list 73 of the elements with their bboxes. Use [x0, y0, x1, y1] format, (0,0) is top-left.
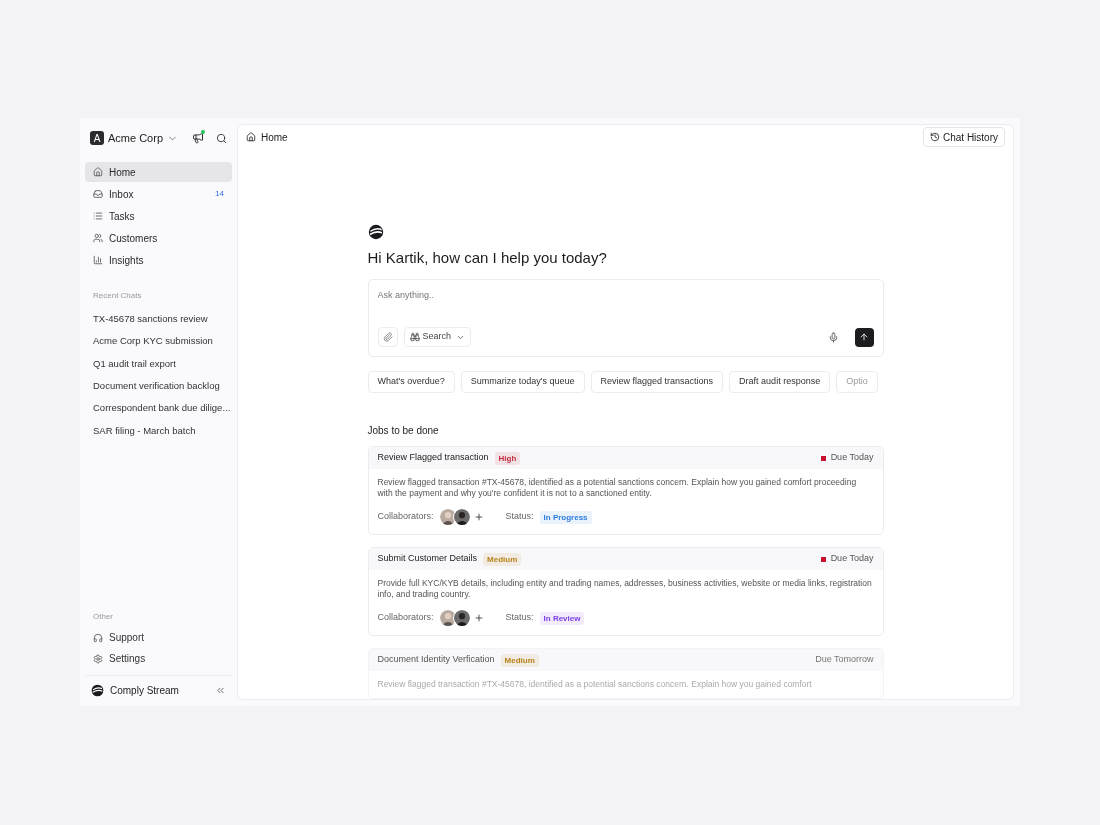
plus-icon[interactable] [473, 613, 484, 623]
nav-item[interactable]: Support [85, 627, 232, 648]
settings-icon [93, 653, 103, 664]
avatar-icon [438, 508, 457, 526]
job-description: Review flagged transaction #TX-45678, identified as a potential sanctions concern. Explain how you gained comfort proceeding with the payment and why you're confident it is not to a sanctioned entity. [377, 477, 858, 499]
avatar-icon [438, 609, 457, 627]
history-icon [930, 132, 940, 143]
nav-item[interactable]: Home [85, 162, 232, 182]
job-title: Submit Customer Details [377, 552, 478, 566]
due-date: Due Today [830, 451, 874, 465]
suggestion-chip[interactable]: What's overdue? [367, 371, 455, 393]
job-title: Review Flagged transaction [377, 451, 489, 465]
nav-item[interactable]: Settings [85, 648, 232, 669]
people-icon [93, 233, 103, 243]
recent-chat-item[interactable]: Correspondent bank due dilige... [85, 397, 232, 420]
greeting: Hi Kartik, how can I help you today? [367, 247, 608, 268]
inbox-icon [93, 189, 103, 199]
arrow-up-icon [859, 332, 869, 342]
due-date: Due Tomorrow [815, 653, 874, 667]
headset-icon [93, 632, 103, 643]
recent-chat-item[interactable]: TX-45678 sanctions review [85, 308, 232, 331]
status-label: Status: [505, 510, 534, 524]
unread-count: 14 [215, 188, 224, 200]
status-label: Status: [505, 611, 534, 625]
due-date: Due Today [830, 552, 874, 566]
recent-chat-item[interactable]: Q1 audit trail export [85, 352, 232, 375]
section-label: Recent Chats [92, 290, 143, 302]
brand-name: Comply Stream [110, 684, 179, 698]
collaborators-label: Collaborators: [377, 611, 434, 625]
home-icon [246, 132, 256, 143]
workspace-avatar: A [90, 131, 104, 145]
suggestion-chip[interactable]: Summarize today's queue [460, 371, 585, 393]
chart-icon [93, 255, 103, 265]
logo-icon [367, 223, 384, 240]
search-icon[interactable] [216, 132, 227, 144]
suggestion-chip[interactable]: Draft audit response [729, 371, 831, 393]
workspace-switcher[interactable]: Acme Corp [108, 129, 179, 147]
priority-tag: High [494, 451, 521, 465]
nav-item[interactable]: Insights [85, 250, 232, 270]
logo-icon [91, 684, 104, 697]
list-icon [93, 211, 103, 221]
recent-chat-item[interactable]: Document verification backlog [85, 374, 232, 398]
collaborators-label: Collaborators: [377, 510, 434, 524]
collapse-sidebar-icon[interactable] [215, 685, 226, 696]
job-description: Provide full KYC/KYB details, including entity and trading names, addresses, business activities, website or media links, registration info, and trading country. [377, 578, 873, 600]
binoculars-icon [409, 332, 420, 342]
breadcrumb[interactable]: Home [246, 129, 288, 145]
recent-chat-item[interactable]: SAR filing - March batch [85, 419, 232, 442]
job-title: Document Identity Verfication [377, 653, 495, 667]
chat-history-button[interactable]: Chat History [923, 127, 1005, 148]
nav-item[interactable]: Tasks [85, 206, 232, 226]
priority-tag: Medium [483, 552, 522, 566]
suggestion-chip[interactable]: Review flagged transactions [590, 371, 724, 393]
status-tag: In Review [539, 611, 585, 625]
home-icon [93, 167, 103, 177]
priority-tag: Medium [500, 653, 539, 667]
microphone-icon[interactable] [827, 331, 839, 343]
recent-chat-item[interactable]: Acme Corp KYC submission [85, 330, 232, 353]
avatar-icon [452, 609, 471, 627]
send-button[interactable] [854, 327, 874, 347]
nav-item[interactable]: Customers [85, 228, 232, 248]
status-tag: In Progress [539, 510, 592, 524]
section-title: Jobs to be done [367, 424, 440, 438]
section-label: Other [92, 611, 114, 623]
job-description: Review flagged transaction #TX-45678, identified as a potential sanctions concern. Explain how you gained comfort [377, 679, 813, 690]
paperclip-icon [382, 332, 393, 342]
search-mode-dropdown[interactable]: Search [403, 327, 472, 347]
plus-icon[interactable] [473, 512, 484, 522]
avatar-icon [452, 508, 471, 526]
nav-item[interactable]: Inbox 14 [85, 184, 232, 204]
prompt-input[interactable]: Ask anything.. [377, 289, 874, 303]
announcement-button[interactable] [192, 132, 204, 144]
attach-button[interactable] [377, 327, 398, 347]
